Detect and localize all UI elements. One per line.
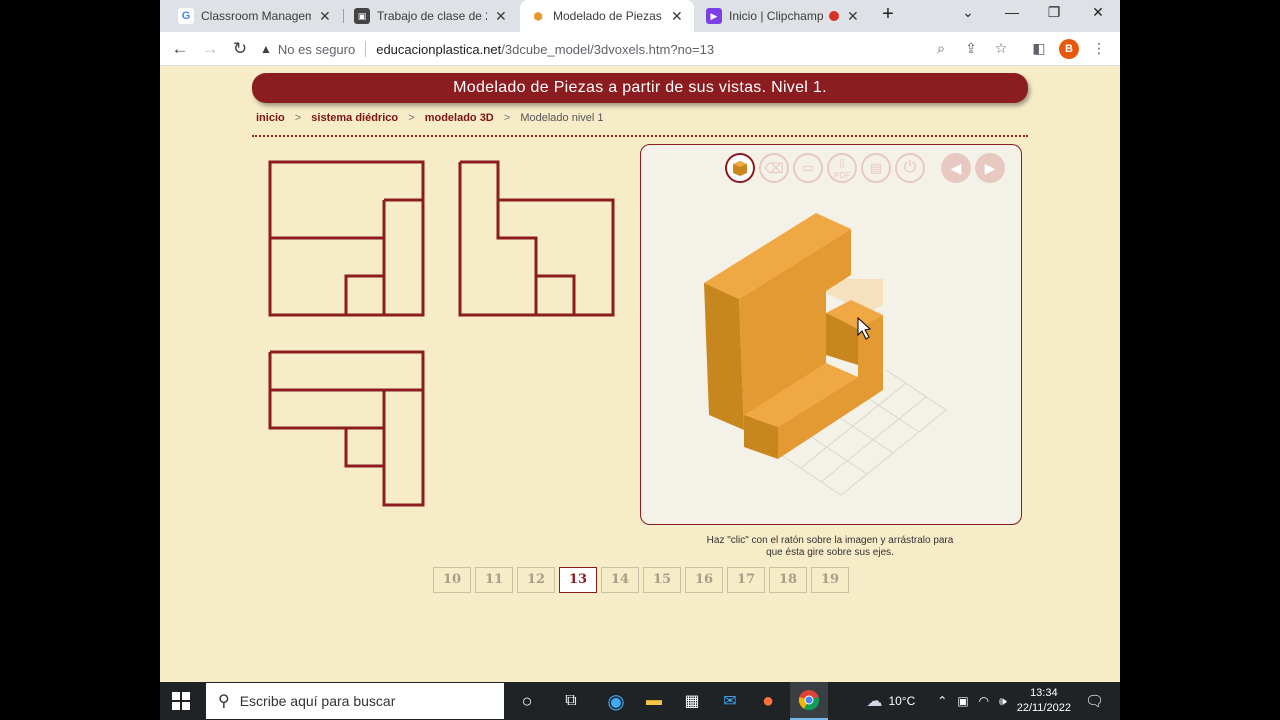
breadcrumb-link-sistema-diedrico[interactable]: sistema diédrico — [311, 112, 398, 124]
close-tab-icon[interactable]: ✕ — [495, 8, 507, 25]
caption-line-1: Haz "clic" con el ratón sobre la imagen … — [706, 535, 954, 546]
system-tray: ☁ 10°C ⌃ ▣ ◠ 🕪 13:34 22/11/2022 🗨 — [866, 682, 1120, 720]
dotted-divider — [252, 135, 1028, 137]
cloud-weather-icon[interactable]: ☁ — [866, 691, 882, 711]
menu-kebab-icon[interactable]: ⋮ — [1089, 40, 1109, 58]
classroom-icon: ▣ — [354, 8, 370, 24]
warning-icon[interactable]: ▲ — [260, 42, 272, 56]
volume-icon[interactable]: 🕪 — [999, 694, 1007, 709]
address-bar[interactable]: ▲ No es seguro educacionplastica.net /3d… — [260, 36, 990, 62]
close-window-button[interactable]: ✕ — [1084, 4, 1112, 21]
tab-clipchamp[interactable]: ▶ Inicio | Clipchamp ✕ — [696, 0, 870, 32]
3d-piece — [704, 213, 883, 459]
search-icon: ⚲ — [218, 693, 230, 710]
page-button-12[interactable]: 12 — [517, 567, 555, 593]
front-view-drawing — [268, 160, 425, 317]
page-button-14[interactable]: 14 — [601, 567, 639, 593]
viewer-caption: Haz "clic" con el ratón sobre la imagen … — [650, 535, 1010, 559]
divider — [365, 41, 367, 57]
url-path: /3dcube_model/3dvoxels.htm?no=13 — [501, 41, 715, 57]
side-panel-icon[interactable]: ◧ — [1029, 40, 1049, 58]
chrome-taskbar-button[interactable] — [790, 682, 828, 720]
page-button-17[interactable]: 17 — [727, 567, 765, 593]
meet-now-icon[interactable]: ▣ — [957, 694, 968, 708]
bookmark-star-icon[interactable]: ☆ — [991, 40, 1011, 58]
clock[interactable]: 13:34 22/11/2022 — [1017, 686, 1071, 716]
firefox-icon[interactable]: ● — [756, 689, 780, 713]
side-view-drawing — [458, 160, 615, 317]
level-pager: 10 11 12 13 14 15 16 17 18 19 — [433, 567, 849, 593]
minimize-button[interactable]: — — [998, 4, 1026, 20]
google-icon: G — [178, 8, 194, 24]
breadcrumb: inicio > sistema diédrico > modelado 3D … — [256, 112, 604, 124]
cortana-circle-icon[interactable]: ○ — [515, 689, 539, 713]
recording-icon — [829, 11, 839, 21]
breadcrumb-link-inicio[interactable]: inicio — [256, 112, 285, 124]
task-view-icon[interactable]: ⧉ — [559, 689, 583, 713]
breadcrumb-link-modelado-3d[interactable]: modelado 3D — [425, 112, 494, 124]
breadcrumb-separator: > — [408, 112, 415, 124]
chrome-icon — [798, 690, 820, 711]
back-arrow-icon[interactable]: ← — [169, 38, 191, 60]
taskbar-search-input[interactable]: ⚲ Escribe aquí para buscar — [206, 683, 504, 719]
breadcrumb-separator: > — [294, 112, 302, 124]
mail-icon[interactable]: ✉ — [718, 689, 742, 713]
page-button-13-current[interactable]: 13 — [559, 567, 597, 593]
close-tab-icon[interactable]: ✕ — [847, 8, 859, 25]
insecure-label[interactable]: No es seguro — [278, 42, 355, 57]
caption-line-2: que ésta gire sobre sus ejes. — [766, 547, 894, 558]
tab-strip: G Classroom Manageme ✕ ▣ Trabajo de clas… — [160, 0, 1120, 32]
tab-title: Modelado de Piezas a — [553, 9, 663, 23]
wifi-icon[interactable]: ◠ — [979, 694, 989, 708]
tab-title: Inicio | Clipchamp — [729, 9, 824, 23]
3d-model-viewer[interactable]: ⌫ ▭ ⇩ PDF ▤ ⏻ ◀ ▶ — [640, 144, 1022, 525]
tab-title: Classroom Manageme — [201, 9, 311, 23]
page-button-18[interactable]: 18 — [769, 567, 807, 593]
store-icon[interactable]: ▦ — [680, 689, 704, 713]
windows-start-icon[interactable] — [172, 692, 190, 710]
page-button-16[interactable]: 16 — [685, 567, 723, 593]
share-icon[interactable]: ⇪ — [961, 40, 981, 58]
3d-model-canvas — [704, 213, 947, 496]
new-tab-button[interactable]: + — [874, 3, 902, 26]
search-placeholder: Escribe aquí para buscar — [239, 693, 396, 709]
tab-modelado-de-piezas[interactable]: ⬢ Modelado de Piezas a ✕ — [520, 0, 694, 32]
close-tab-icon[interactable]: ✕ — [319, 8, 331, 25]
restore-button[interactable]: ❐ — [1040, 4, 1068, 21]
notifications-icon[interactable]: 🗨 — [1085, 692, 1104, 710]
top-view-drawing — [268, 350, 425, 507]
clock-date: 22/11/2022 — [1016, 702, 1071, 714]
screen: G Classroom Manageme ✕ ▣ Trabajo de clas… — [160, 0, 1120, 720]
reload-icon[interactable]: ↻ — [229, 38, 251, 60]
clipchamp-icon: ▶ — [706, 8, 722, 24]
breadcrumb-current: Modelado nivel 1 — [520, 112, 604, 124]
page-title: Modelado de Piezas a partir de sus vista… — [252, 73, 1028, 103]
breadcrumb-separator: > — [503, 112, 511, 124]
weather-temperature[interactable]: 10°C — [888, 694, 915, 708]
tab-title: Trabajo de clase de 2ºP — [377, 9, 487, 23]
browser-toolbar: ← → ↻ ▲ No es seguro educacionplastica.n… — [160, 32, 1120, 66]
cube-icon: ⬢ — [533, 10, 543, 23]
web-page: Modelado de Piezas a partir de sus vista… — [160, 67, 1120, 682]
profile-avatar[interactable]: B — [1059, 39, 1079, 59]
forward-arrow-icon[interactable]: → — [199, 38, 221, 60]
file-explorer-icon[interactable]: ▬ — [642, 689, 666, 713]
page-button-11[interactable]: 11 — [475, 567, 513, 593]
clock-time: 13:34 — [1030, 687, 1058, 699]
tab-trabajo-de-clase[interactable]: ▣ Trabajo de clase de 2ºP ✕ — [344, 0, 518, 32]
edge-icon[interactable]: ◉ — [604, 689, 628, 713]
windows-taskbar: ⚲ Escribe aquí para buscar ○ ⧉ ◉ ▬ ▦ ✉ ●… — [160, 682, 1120, 720]
close-tab-icon[interactable]: ✕ — [671, 8, 683, 25]
page-button-15[interactable]: 15 — [643, 567, 681, 593]
chevron-up-icon[interactable]: ⌃ — [937, 694, 947, 708]
tab-classroom-management[interactable]: G Classroom Manageme ✕ — [168, 0, 342, 32]
url-host: educacionplastica.net — [376, 41, 502, 57]
page-button-19[interactable]: 19 — [811, 567, 849, 593]
zoom-icon[interactable]: ⌕ — [931, 40, 951, 58]
page-button-10[interactable]: 10 — [433, 567, 471, 593]
tab-search-chevron-icon[interactable]: ⌄ — [954, 4, 982, 21]
